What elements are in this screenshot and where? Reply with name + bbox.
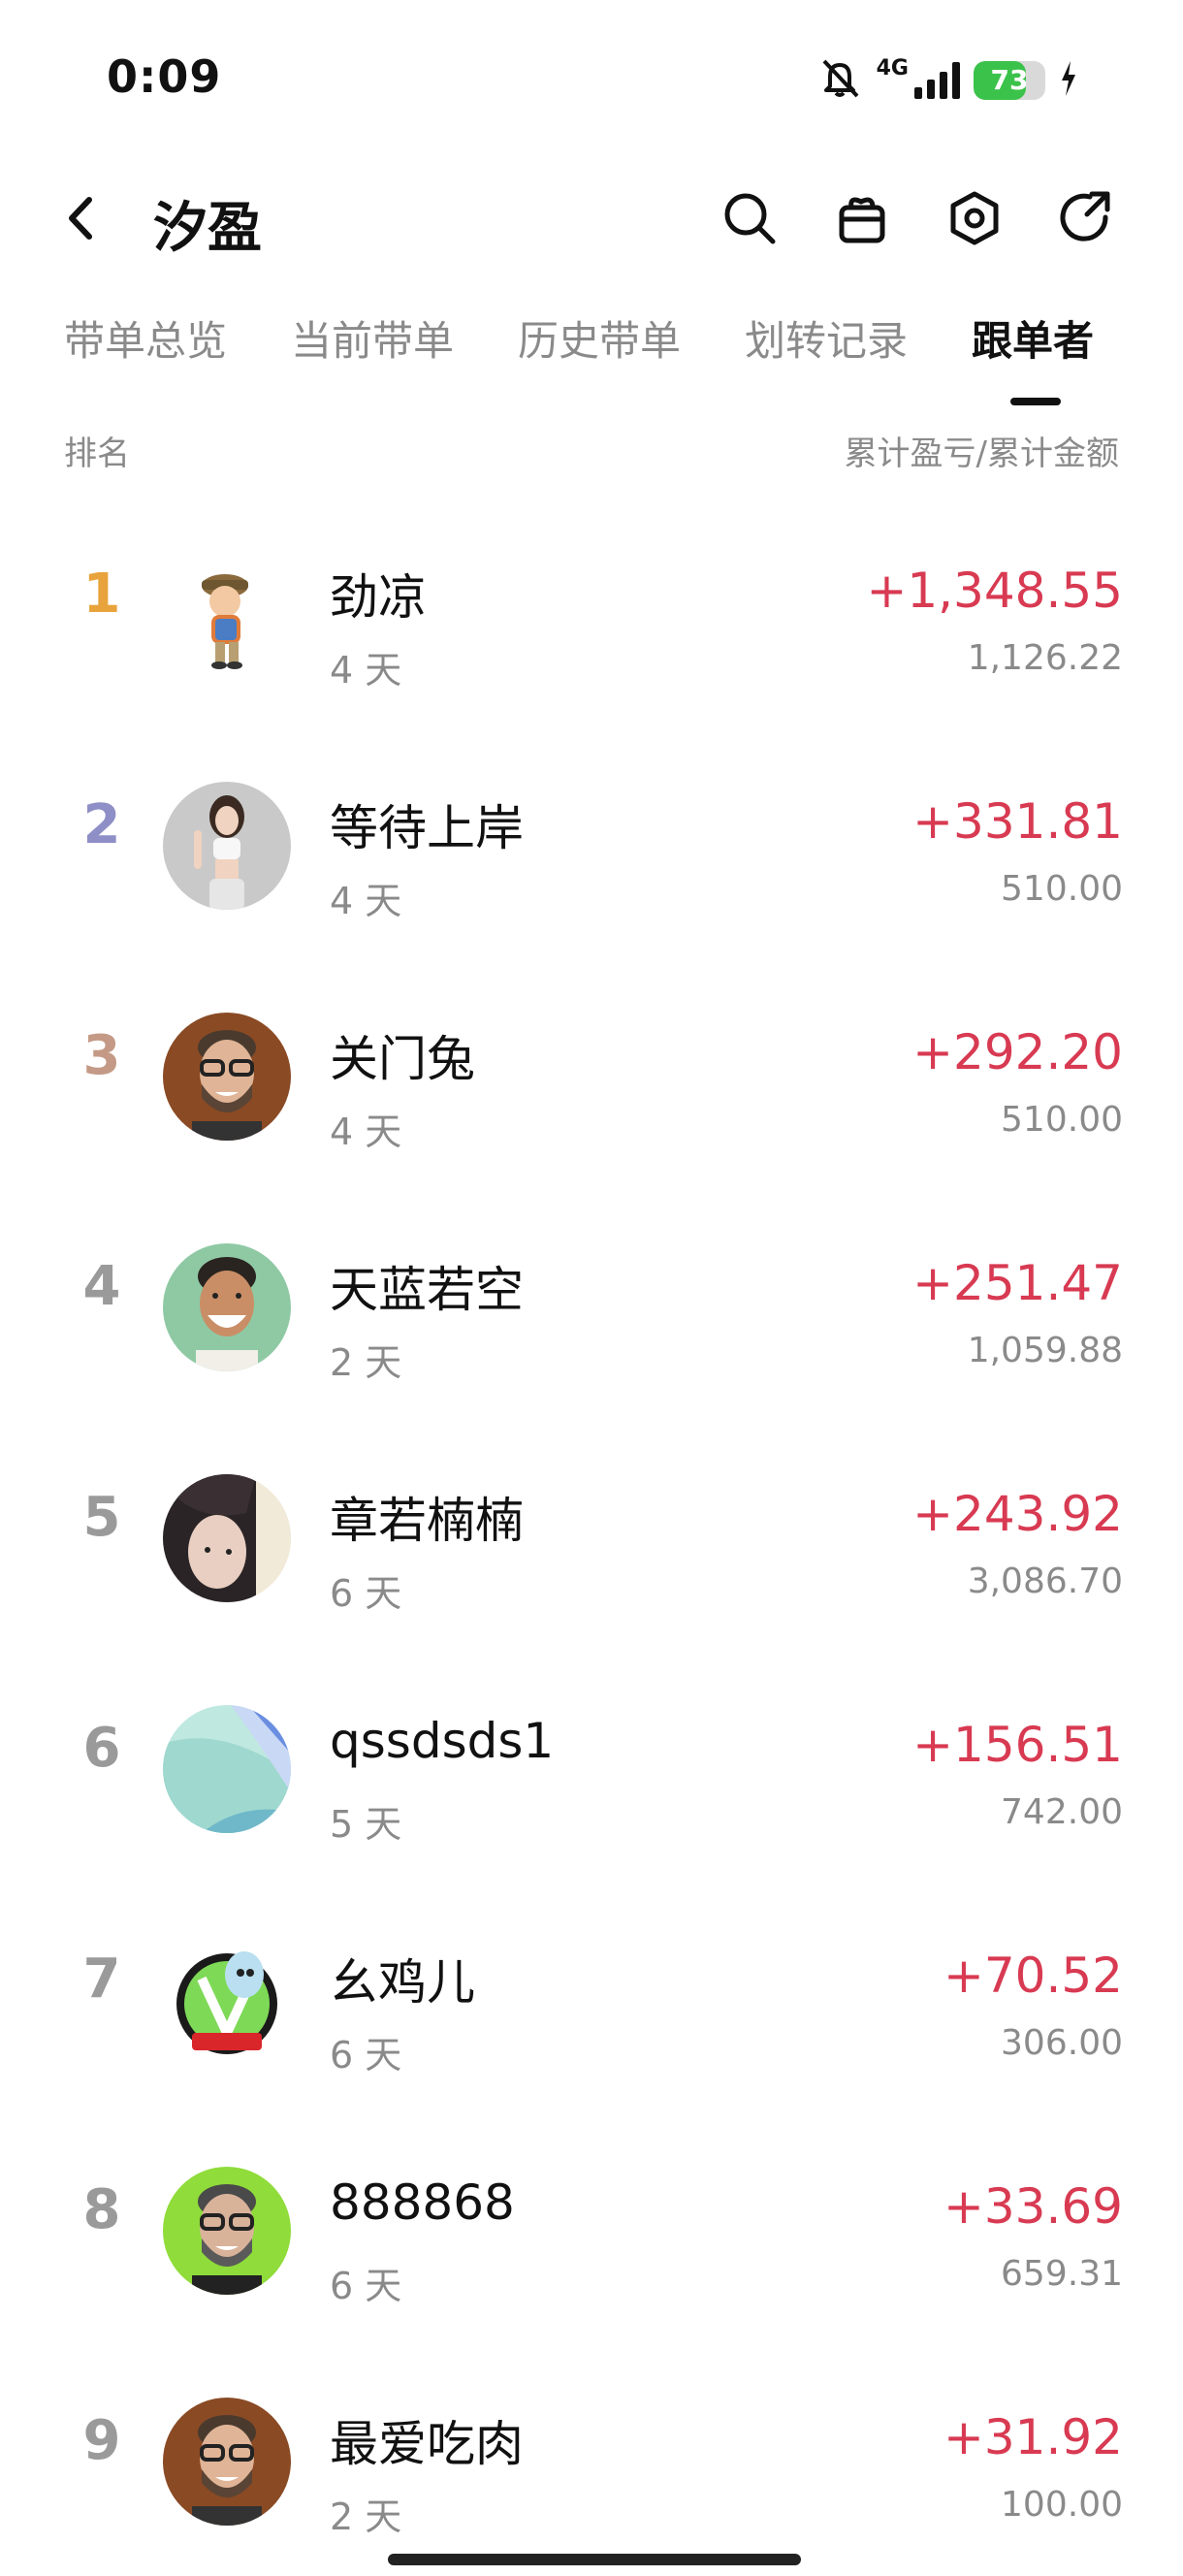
smiling-man-avatar bbox=[163, 1243, 291, 1371]
bearded-man-avatar bbox=[163, 2398, 291, 2526]
tab-current[interactable]: 当前带单 bbox=[291, 308, 454, 368]
cumulative-amount: 100.00 bbox=[1001, 2485, 1123, 2525]
follow-days: 4 天 bbox=[330, 649, 402, 692]
cumulative-pnl: +70.52 bbox=[943, 1948, 1123, 2004]
bell-muted-icon bbox=[816, 57, 863, 104]
follower-name: 劲凉 bbox=[330, 569, 427, 626]
tab-transfers[interactable]: 划转记录 bbox=[745, 308, 908, 368]
tab-followers[interactable]: 跟单者 bbox=[972, 308, 1094, 368]
follower-name: 关门兔 bbox=[330, 1031, 475, 1087]
cumulative-pnl: +31.92 bbox=[943, 2409, 1123, 2465]
cumulative-amount: 1,059.88 bbox=[967, 1331, 1123, 1370]
list-item[interactable]: 5 章若楠楠 6 天 +243.92 3,086.70 bbox=[0, 1447, 1183, 1678]
follower-name: 最爱吃肉 bbox=[330, 2416, 524, 2472]
follower-name: 幺鸡儿 bbox=[330, 1954, 475, 2011]
status-icons: 4G 73 bbox=[816, 56, 1078, 105]
list-item[interactable]: 8 888868 6 天 +33.69 659.31 bbox=[0, 2140, 1183, 2370]
list-item[interactable]: 6 qssdsds1 5 天 +156.51 742.00 bbox=[0, 1678, 1183, 1909]
follow-days: 6 天 bbox=[330, 1572, 402, 1615]
cumulative-pnl: +292.20 bbox=[912, 1024, 1123, 1080]
follow-days: 2 天 bbox=[330, 1341, 402, 1384]
rank-number: 1 bbox=[82, 563, 121, 626]
girl-photo-avatar bbox=[163, 1474, 291, 1602]
cartoon-boy-avatar bbox=[163, 551, 291, 679]
follow-days: 4 天 bbox=[330, 1111, 402, 1153]
share-icon bbox=[1060, 191, 1110, 242]
signal-icon bbox=[914, 62, 960, 99]
rank-number: 9 bbox=[82, 2409, 121, 2472]
rank-number: 3 bbox=[82, 1024, 121, 1087]
bearded-man-green-avatar bbox=[163, 2167, 291, 2295]
back-icon bbox=[69, 197, 92, 240]
app-header: 汐盈 bbox=[0, 165, 1183, 272]
settings-button[interactable] bbox=[943, 186, 1007, 250]
page-title: 汐盈 bbox=[153, 197, 262, 260]
rank-number: 8 bbox=[82, 2178, 121, 2241]
cumulative-pnl: +331.81 bbox=[912, 793, 1123, 850]
follower-name: 888868 bbox=[330, 2174, 515, 2231]
rank-number: 4 bbox=[82, 1255, 121, 1318]
network-type: 4G bbox=[876, 56, 909, 80]
list-item[interactable]: 3 关门兔 4 天 +292.20 510.00 bbox=[0, 985, 1183, 1216]
share-button[interactable] bbox=[1053, 186, 1117, 250]
follow-days: 6 天 bbox=[330, 2034, 402, 2077]
cumulative-pnl: +1,348.55 bbox=[866, 563, 1123, 619]
back-button[interactable] bbox=[56, 186, 105, 250]
column-header-rank: 排名 bbox=[64, 435, 130, 473]
gift-button[interactable] bbox=[830, 186, 894, 250]
charging-icon bbox=[1059, 59, 1078, 102]
follower-name: 章若楠楠 bbox=[330, 1493, 524, 1549]
cumulative-amount: 510.00 bbox=[1001, 1100, 1123, 1140]
battery-level: 73 bbox=[990, 64, 1029, 96]
cumulative-amount: 1,126.22 bbox=[967, 638, 1123, 678]
cumulative-pnl: +243.92 bbox=[912, 1486, 1123, 1542]
rank-number: 7 bbox=[82, 1948, 121, 2011]
follow-days: 5 天 bbox=[330, 1803, 402, 1846]
abstract-gradient-avatar bbox=[163, 1705, 291, 1833]
list-item[interactable]: 1 劲凉 4 天 +1,348.55 1,126.22 bbox=[0, 524, 1183, 755]
follower-name: qssdsds1 bbox=[330, 1713, 555, 1769]
active-tab-indicator bbox=[1010, 398, 1061, 405]
list-item[interactable]: 7 幺鸡儿 6 天 +70.52 306.00 bbox=[0, 1909, 1183, 2140]
rick-cartoon-avatar bbox=[163, 1936, 291, 2064]
home-indicator[interactable] bbox=[388, 2554, 801, 2565]
bearded-man-avatar bbox=[163, 1013, 291, 1141]
rank-number: 2 bbox=[82, 793, 121, 856]
battery-icon: 73 bbox=[974, 61, 1045, 100]
follow-days: 6 天 bbox=[330, 2265, 402, 2307]
cumulative-amount: 306.00 bbox=[1001, 2023, 1123, 2063]
gift-icon bbox=[839, 197, 885, 243]
column-header-pnl: 累计盈亏/累计金额 bbox=[844, 435, 1119, 473]
woman-photo-avatar bbox=[163, 782, 291, 910]
cumulative-amount: 510.00 bbox=[1001, 869, 1123, 909]
cumulative-amount: 659.31 bbox=[1001, 2254, 1123, 2294]
list-item[interactable]: 4 天蓝若空 2 天 +251.47 1,059.88 bbox=[0, 1216, 1183, 1447]
list-item[interactable]: 9 最爱吃肉 2 天 +31.92 100.00 bbox=[0, 2370, 1183, 2576]
follower-name: 天蓝若空 bbox=[330, 1262, 524, 1318]
cumulative-amount: 742.00 bbox=[1001, 1792, 1123, 1832]
cumulative-amount: 3,086.70 bbox=[967, 1562, 1123, 1601]
follower-name: 等待上岸 bbox=[330, 800, 524, 856]
status-time: 0:09 bbox=[107, 50, 222, 103]
status-bar: 0:09 4G 73 bbox=[0, 0, 1183, 155]
cumulative-pnl: +251.47 bbox=[912, 1255, 1123, 1311]
cumulative-pnl: +33.69 bbox=[943, 2178, 1123, 2235]
tab-history[interactable]: 历史带单 bbox=[518, 308, 681, 368]
tab-bar: 带单总览 当前带单 历史带单 划转记录 跟单者 bbox=[0, 308, 1183, 415]
settings-icon bbox=[950, 191, 999, 245]
list-item[interactable]: 2 等待上岸 4 天 +331.81 510.00 bbox=[0, 755, 1183, 985]
search-button[interactable] bbox=[718, 186, 782, 250]
rank-number: 6 bbox=[82, 1717, 121, 1780]
search-icon bbox=[724, 193, 776, 244]
follow-days: 4 天 bbox=[330, 880, 402, 922]
follow-days: 2 天 bbox=[330, 2496, 402, 2538]
cumulative-pnl: +156.51 bbox=[912, 1717, 1123, 1773]
tab-overview[interactable]: 带单总览 bbox=[64, 308, 227, 368]
rank-number: 5 bbox=[82, 1486, 121, 1549]
